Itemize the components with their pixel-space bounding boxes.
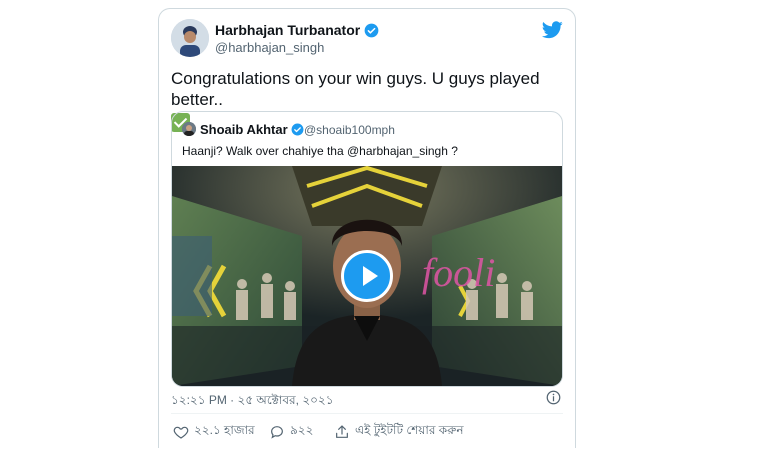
share-button[interactable]: এই টুইটটি শেয়ার করুন: [334, 422, 464, 442]
like-button[interactable]: ২২.১ হাজার: [173, 422, 255, 442]
author-name-text[interactable]: Harbhajan Turbanator: [215, 22, 360, 38]
svg-text:fooli: fooli: [422, 250, 495, 295]
play-button[interactable]: [341, 250, 393, 302]
tweet-timestamp[interactable]: ১২:২১ PM · ২৫ অক্টোবর, ২০২১: [171, 392, 334, 412]
avatar[interactable]: [171, 19, 209, 57]
author-name[interactable]: Harbhajan Turbanator: [215, 22, 379, 38]
verified-badge-icon: [364, 23, 379, 37]
info-icon[interactable]: [546, 390, 561, 405]
quoted-author-handle[interactable]: @shoaib100mph: [304, 123, 395, 137]
tweet-text-content: Congratulations on your win guys. U guys…: [171, 69, 540, 109]
quoted-avatar-image: [182, 122, 196, 136]
reply-count: ৯২২: [290, 423, 314, 437]
like-count: ২২.১ হাজার: [194, 423, 255, 437]
reply-button[interactable]: ৯২২: [269, 422, 313, 442]
quoted-tweet[interactable]: Shoaib Akhtar @shoaib100mph Haanji? Walk…: [171, 111, 563, 387]
heart-icon: [173, 426, 189, 439]
tweet-card[interactable]: Harbhajan Turbanator @harbhajan_singh Co…: [158, 8, 576, 448]
share-icon: [336, 425, 348, 438]
quoted-tweet-text: Haanji? Walk over chahiye tha @harbhajan…: [182, 144, 458, 158]
video-player[interactable]: fooli: [172, 166, 562, 386]
share-label: এই টুইটটি শেয়ার করুন: [355, 423, 464, 437]
author-handle[interactable]: @harbhajan_singh: [215, 40, 324, 55]
reply-icon: [271, 426, 283, 439]
quoted-avatar[interactable]: [182, 122, 196, 136]
quoted-author-name[interactable]: Shoaib Akhtar: [200, 122, 304, 137]
quoted-author-name-text[interactable]: Shoaib Akhtar: [200, 122, 288, 137]
verified-badge-icon: [291, 123, 304, 136]
twitter-bird-icon[interactable]: [542, 21, 563, 39]
avatar-image: [171, 19, 209, 57]
divider: [171, 413, 563, 414]
